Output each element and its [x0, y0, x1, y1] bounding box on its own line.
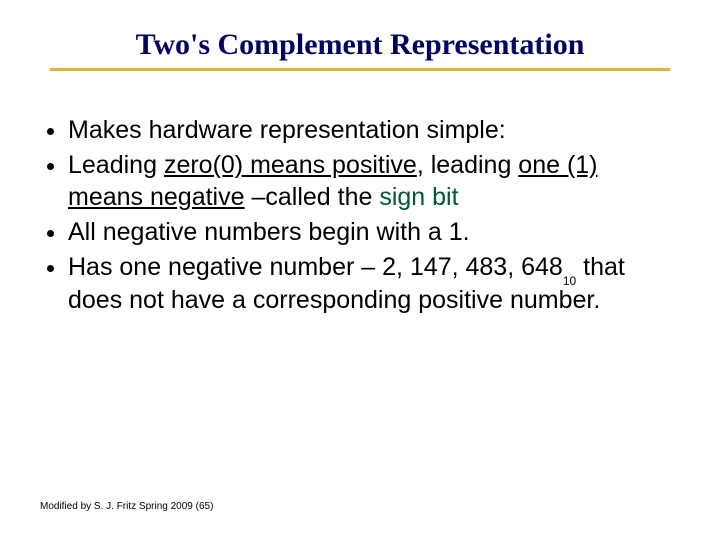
list-item: Makes hardware representation simple:	[68, 115, 670, 146]
bullet-text-part: , leading	[417, 151, 518, 179]
bullet-text: Makes hardware representation simple:	[68, 116, 506, 144]
slide: Two's Complement Representation Makes ha…	[0, 0, 720, 540]
slide-body: Makes hardware representation simple: Le…	[40, 115, 670, 320]
underline-zero-positive: zero(0) means positive	[164, 151, 417, 179]
subscript-base: 10	[563, 274, 576, 288]
bullet-text-part: Leading	[68, 151, 164, 179]
title-underline: Two's Complement Representation	[50, 28, 670, 71]
bullet-list: Makes hardware representation simple: Le…	[40, 115, 670, 316]
bullet-text: All negative numbers begin with a 1.	[68, 218, 470, 246]
list-item: All negative numbers begin with a 1.	[68, 217, 670, 248]
list-item: Leading zero(0) means positive, leading …	[68, 150, 670, 213]
sign-bit-term: sign bit	[379, 183, 458, 211]
bullet-text-part: –called the	[245, 183, 380, 211]
footer-note: Modified by S. J. Fritz Spring 2009 (65)	[40, 501, 213, 512]
list-item: Has one negative number – 2, 147, 483, 6…	[68, 252, 670, 316]
slide-title: Two's Complement Representation	[50, 28, 670, 62]
bullet-text-part: Has one negative number – 2, 147, 483, 6…	[68, 253, 563, 281]
